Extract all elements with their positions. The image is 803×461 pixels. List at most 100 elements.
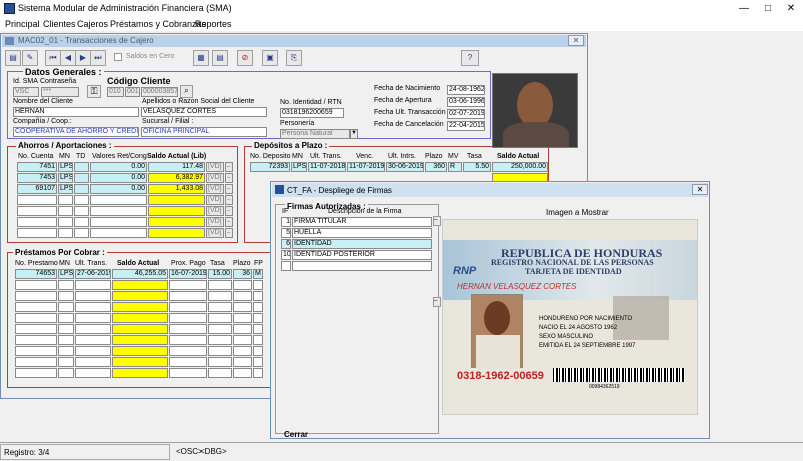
child-close-button[interactable]: ✕	[568, 35, 584, 46]
prestamo-prox-cell[interactable]	[169, 302, 207, 312]
saldos-cero-checkbox[interactable]	[114, 53, 122, 61]
ahorros-mn-cell[interactable]	[58, 217, 73, 227]
firma-if-cell[interactable]: 6	[281, 239, 291, 249]
ahorros-vd-button[interactable]: [VD]	[206, 228, 224, 238]
prestamo-mn-cell[interactable]	[58, 291, 74, 301]
dep-plazo-cell[interactable]: 360	[425, 162, 447, 172]
prestamo-prox-cell[interactable]	[169, 313, 207, 323]
fecha-apertura-field[interactable]: 03-06-1996	[447, 97, 485, 107]
ahorros-row-scroll[interactable]: –	[225, 184, 233, 194]
prestamo-plazo-cell[interactable]: 36	[233, 269, 252, 279]
ahorros-row-scroll[interactable]: –	[225, 228, 233, 238]
prestamo-mn-cell[interactable]: LPS	[58, 269, 74, 279]
prestamo-plazo-cell[interactable]	[233, 368, 252, 378]
calculator-icon[interactable]: ▦	[193, 50, 209, 66]
fecha-nacimiento-field[interactable]: 24-08-1962	[447, 85, 485, 95]
prestamo-saldo-cell[interactable]: 46,255.05	[112, 269, 168, 279]
menu-principal[interactable]: Principal	[5, 19, 40, 29]
prestamo-tasa-cell[interactable]	[208, 313, 232, 323]
prestamo-ult-cell[interactable]	[75, 357, 111, 367]
dep-venc-cell[interactable]: 11-07-2019	[347, 162, 385, 172]
ahorros-mn-cell[interactable]: LPS	[58, 173, 73, 183]
menu-clientes[interactable]: Clientes	[43, 19, 76, 29]
prestamo-fp-cell[interactable]	[253, 368, 263, 378]
apellidos-field[interactable]: VELASQUEZ CORTES	[141, 107, 267, 117]
dep-intrs-cell[interactable]: 30-06-2019	[386, 162, 424, 172]
ahorros-saldo-cell[interactable]	[148, 228, 205, 238]
prestamo-ult-cell[interactable]	[75, 324, 111, 334]
ahorros-cuenta-cell[interactable]	[17, 195, 57, 205]
ahorros-row-scroll[interactable]: –	[225, 206, 233, 216]
ahorros-mn-cell[interactable]	[58, 206, 73, 216]
ahorros-ret-cell[interactable]: 0.00	[90, 162, 147, 172]
firma-if-cell[interactable]: 1	[281, 217, 291, 227]
prestamo-fp-cell[interactable]	[253, 357, 263, 367]
prestamo-saldo-cell[interactable]	[112, 302, 168, 312]
ahorros-vd-button[interactable]: [VD]	[206, 206, 224, 216]
prestamo-tasa-cell[interactable]	[208, 357, 232, 367]
prestamo-fp-cell[interactable]: M	[253, 269, 263, 279]
ahorros-vd-button[interactable]: [VD]	[206, 162, 224, 172]
dep-mv-cell[interactable]: R	[448, 162, 462, 172]
prestamo-tasa-cell[interactable]	[208, 324, 232, 334]
prestamo-ult-cell[interactable]	[75, 291, 111, 301]
dep-saldo-cell[interactable]: 250,000.00	[492, 162, 548, 172]
prestamo-tasa-cell[interactable]	[208, 302, 232, 312]
id-rtn-field[interactable]: 0318196200659	[280, 108, 344, 118]
prestamo-no-cell[interactable]	[15, 324, 57, 334]
ahorros-saldo-cell[interactable]: 117.48	[148, 162, 205, 172]
prestamo-mn-cell[interactable]	[58, 346, 74, 356]
prestamo-no-cell[interactable]	[15, 302, 57, 312]
ahorros-td-cell[interactable]	[74, 217, 89, 227]
prestamo-fp-cell[interactable]	[253, 335, 263, 345]
dep-no-cell[interactable]: 72393	[250, 162, 290, 172]
prestamo-ult-cell[interactable]	[75, 302, 111, 312]
exit-icon[interactable]: ⎘	[286, 50, 302, 66]
prestamo-no-cell[interactable]	[15, 280, 57, 290]
prestamo-mn-cell[interactable]	[58, 280, 74, 290]
dep-tasa-cell[interactable]: 5.50	[463, 162, 491, 172]
prestamo-prox-cell[interactable]	[169, 357, 207, 367]
prestamo-ult-cell[interactable]	[75, 313, 111, 323]
prestamo-plazo-cell[interactable]	[233, 324, 252, 334]
prestamo-plazo-cell[interactable]	[233, 302, 252, 312]
firma-if-cell[interactable]	[281, 261, 291, 271]
codigo-1-field[interactable]: 010	[107, 87, 124, 97]
prestamo-no-cell[interactable]: 74653	[15, 269, 57, 279]
prestamo-mn-cell[interactable]	[58, 324, 74, 334]
ahorros-td-cell[interactable]	[74, 195, 89, 205]
scroll-down-icon[interactable]: –	[433, 297, 441, 307]
prestamo-saldo-cell[interactable]	[112, 313, 168, 323]
ahorros-mn-cell[interactable]	[58, 195, 73, 205]
prestamo-saldo-cell[interactable]	[112, 280, 168, 290]
firma-desc-cell[interactable]: IDENTIDAD	[292, 239, 432, 249]
menu-cajeros[interactable]: Cajeros	[77, 19, 108, 29]
firma-desc-cell[interactable]: FIRMA TITULAR	[292, 217, 432, 227]
prestamo-saldo-cell[interactable]	[112, 368, 168, 378]
ahorros-row-scroll[interactable]: –	[225, 195, 233, 205]
ahorros-mn-cell[interactable]: LPS	[58, 184, 73, 194]
prestamo-plazo-cell[interactable]	[233, 357, 252, 367]
ahorros-ret-cell[interactable]	[90, 206, 147, 216]
prestamo-mn-cell[interactable]	[58, 368, 74, 378]
prestamo-tasa-cell[interactable]	[208, 335, 232, 345]
prestamo-fp-cell[interactable]	[253, 280, 263, 290]
personeria-select[interactable]: Persona Natural	[280, 129, 350, 139]
next-record-icon[interactable]: ▶	[75, 50, 91, 66]
prestamo-plazo-cell[interactable]	[233, 313, 252, 323]
prestamo-prox-cell[interactable]	[169, 346, 207, 356]
dep-mn-cell[interactable]: LPS	[291, 162, 307, 172]
prestamo-fp-cell[interactable]	[253, 313, 263, 323]
document-icon[interactable]: ▤	[212, 50, 228, 66]
menu-reportes[interactable]: Reportes	[195, 19, 232, 29]
ahorros-td-cell[interactable]	[74, 184, 89, 194]
edit-icon[interactable]: ✎	[22, 50, 38, 66]
maximize-button[interactable]: □	[757, 0, 779, 18]
firma-desc-cell[interactable]	[292, 261, 432, 271]
print-icon[interactable]: ▤	[5, 50, 21, 66]
ahorros-row-scroll[interactable]: –	[225, 217, 233, 227]
ahorros-td-cell[interactable]	[74, 206, 89, 216]
prestamo-fp-cell[interactable]	[253, 291, 263, 301]
ahorros-ret-cell[interactable]: 0.00	[90, 184, 147, 194]
ahorros-ret-cell[interactable]	[90, 217, 147, 227]
